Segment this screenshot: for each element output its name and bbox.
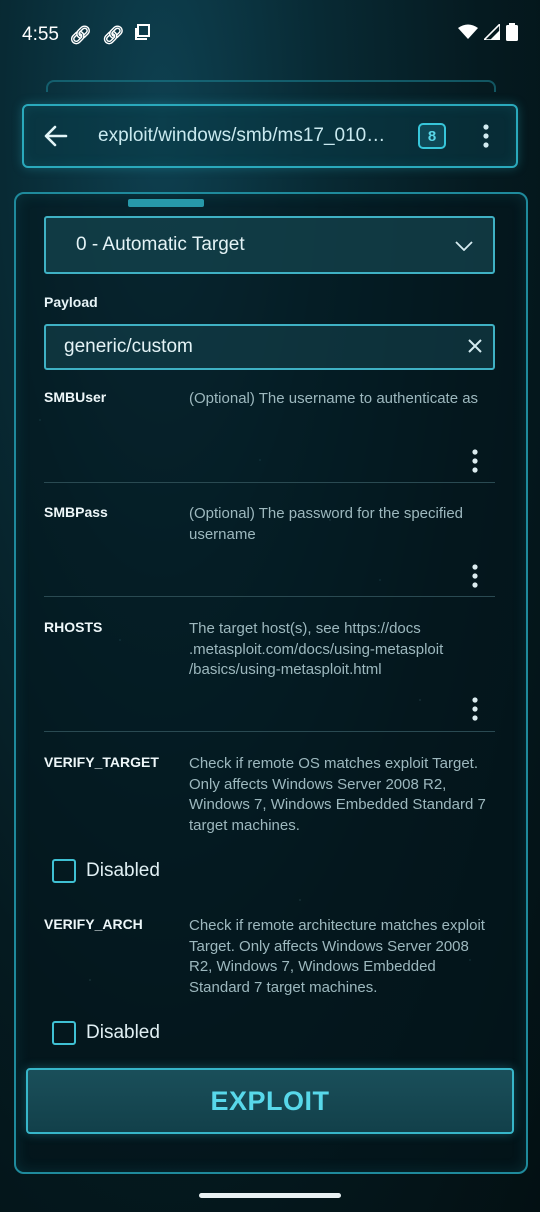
signal-icon: [482, 22, 501, 46]
screen-icon: [134, 24, 151, 46]
checkbox-label: Disabled: [86, 1022, 160, 1043]
exploit-button[interactable]: EXPLOIT: [26, 1068, 514, 1134]
more-vert-icon: [472, 564, 478, 588]
option-description: (Optional) The password for the specifie…: [189, 505, 464, 543]
option-name: VERIFY_ARCH: [44, 916, 143, 932]
battery-icon: [506, 23, 518, 47]
count-badge[interactable]: 8: [418, 123, 446, 149]
option-description: Check if remote OS matches exploit Targe…: [189, 755, 486, 834]
status-bar: 4:55 🔗︎ 🔗︎: [0, 0, 540, 70]
option-row-verify-target: VERIFY_TARGET Check if remote OS matches…: [44, 754, 495, 844]
app-bar-decoration: [46, 80, 496, 92]
back-button[interactable]: [24, 106, 88, 166]
option-name: SMBUser: [44, 389, 107, 405]
option-row-verify-arch: VERIFY_ARCH Check if remote architecture…: [44, 916, 495, 1006]
option-name: SMBPass: [44, 504, 108, 520]
wifi-icon: [458, 24, 478, 46]
option-row-smbuser: SMBUser (Optional) The username to authe…: [44, 389, 495, 479]
overflow-menu-button[interactable]: [456, 106, 516, 166]
option-description: Check if remote architecture matches exp…: [189, 917, 485, 996]
verify-target-checkbox[interactable]: Disabled: [52, 859, 160, 883]
exploit-button-label: EXPLOIT: [210, 1085, 330, 1116]
divider: [44, 482, 495, 483]
option-menu-button[interactable]: [465, 445, 485, 477]
clear-icon[interactable]: [467, 334, 483, 360]
status-time: 4:55: [22, 24, 59, 45]
payload-value: generic/custom: [64, 336, 193, 357]
option-name: VERIFY_TARGET: [44, 754, 159, 770]
arrow-left-icon: [44, 125, 68, 147]
top-app-bar: exploit/windows/smb/ms17_010… 8: [22, 104, 518, 168]
option-row-rhosts: RHOSTS The target host(s), see https://d…: [44, 619, 495, 729]
more-vert-icon: [483, 124, 489, 148]
home-indicator[interactable]: [199, 1193, 341, 1198]
option-description: (Optional) The username to authenticate …: [189, 390, 479, 407]
checkbox-label: Disabled: [86, 860, 160, 881]
more-vert-icon: [472, 449, 478, 473]
checkbox-box[interactable]: [52, 1021, 76, 1045]
option-name: RHOSTS: [44, 619, 103, 635]
verify-arch-checkbox[interactable]: Disabled: [52, 1021, 160, 1045]
payload-label: Payload: [44, 294, 98, 310]
option-menu-button[interactable]: [465, 560, 485, 592]
option-description: The target host(s), see https://docs .me…: [189, 620, 444, 678]
payload-field[interactable]: generic/custom: [44, 324, 495, 370]
module-path-title: exploit/windows/smb/ms17_010…: [98, 125, 386, 146]
link-icon: 🔗︎: [101, 24, 125, 45]
chevron-down-icon: [455, 235, 473, 256]
panel-decoration: [128, 199, 204, 207]
link-icon: 🔗︎: [68, 24, 92, 45]
divider: [44, 731, 495, 732]
option-menu-button[interactable]: [465, 693, 485, 725]
option-row-smbpass: SMBPass (Optional) The password for the …: [44, 504, 495, 594]
more-vert-icon: [472, 697, 478, 721]
divider: [44, 596, 495, 597]
target-dropdown[interactable]: 0 - Automatic Target: [44, 216, 495, 274]
checkbox-box[interactable]: [52, 859, 76, 883]
target-selected-value: 0 - Automatic Target: [76, 234, 245, 255]
